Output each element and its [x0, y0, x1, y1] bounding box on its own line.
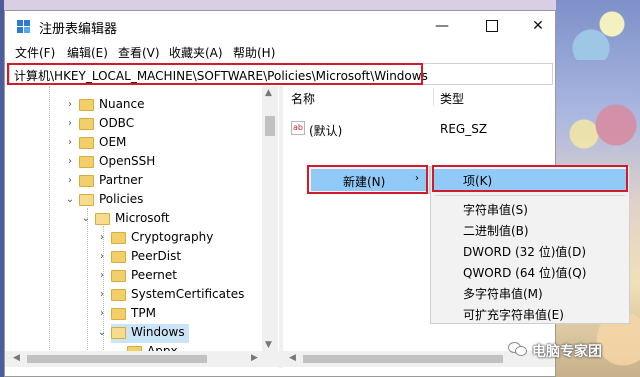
tree-node-label: Windows [131, 325, 185, 339]
submenu-item-label: 多字符串值(M) [463, 287, 543, 301]
collapse-chevron-icon[interactable]: ⌄ [65, 194, 75, 205]
expand-chevron-icon[interactable]: › [65, 99, 75, 110]
submenu-item-label: 字符串值(S) [463, 203, 528, 217]
value-type: REG_SZ [440, 122, 488, 136]
menu-view[interactable]: 查看(V) [118, 44, 160, 61]
menu-edit[interactable]: 编辑(E) [67, 44, 108, 61]
expand-chevron-icon[interactable]: › [65, 118, 75, 129]
submenu-item-dword-value[interactable]: DWORD (32 位)值(D) [433, 240, 627, 261]
folder-icon [111, 251, 126, 263]
folder-icon [79, 118, 94, 130]
tree-node-label: ODBC [99, 116, 135, 130]
folder-icon [79, 156, 94, 168]
title-bar[interactable]: 注册表编辑器 — ✕ [5, 11, 555, 41]
folder-icon [111, 270, 126, 282]
wallpaper-decoration [570, 0, 640, 60]
tree-node-label: Partner [99, 173, 143, 187]
tree-node-label: SystemCertificates [131, 287, 245, 301]
expand-chevron-icon[interactable]: › [97, 270, 107, 281]
scroll-thumb[interactable] [303, 355, 503, 363]
menu-file[interactable]: 文件(F) [15, 44, 55, 61]
maximize-icon [486, 20, 498, 32]
submenu-item-binary-value[interactable]: 二进制值(B) [433, 219, 627, 240]
wechat-logo-icon [508, 342, 527, 356]
expand-chevron-icon[interactable]: › [65, 156, 75, 167]
scroll-right-icon[interactable]: ▶ [251, 353, 258, 363]
tree-node-label: TPM [131, 306, 156, 320]
tree-node-label: OpenSSH [99, 154, 156, 168]
expand-chevron-icon[interactable]: › [97, 251, 107, 262]
submenu-item-label: 可扩充字符串值(E) [463, 308, 564, 322]
folder-icon [111, 308, 126, 320]
tree-guide-line [87, 208, 89, 366]
expand-chevron-icon[interactable]: › [97, 289, 107, 300]
open-folder-icon [79, 194, 94, 206]
column-header-name[interactable]: 名称 [291, 90, 315, 107]
scroll-thumb[interactable] [265, 116, 275, 136]
open-folder-icon [95, 213, 110, 225]
watermark-text: 电脑专家团 [532, 344, 602, 360]
ab-string-icon: ab [291, 121, 305, 135]
submenu-item-label: QWORD (64 位)值(Q) [463, 266, 587, 280]
submenu-item-string-value[interactable]: 字符串值(S) [433, 198, 627, 219]
submenu-item-multi-string-value[interactable]: 多字符串值(M) [433, 282, 627, 303]
tree-node-label: OEM [99, 135, 127, 149]
new-highlight-box [307, 165, 428, 194]
tree-node-label: Microsoft [115, 211, 170, 225]
expand-chevron-icon[interactable]: › [65, 137, 75, 148]
tree-node-label: PeerDist [131, 249, 182, 263]
folder-icon [79, 137, 94, 149]
collapse-chevron-icon[interactable]: ⌄ [81, 213, 91, 224]
scroll-thumb[interactable] [27, 355, 207, 363]
menu-separator [435, 195, 625, 196]
tree-node-label: Peernet [131, 268, 177, 282]
maximize-button[interactable] [475, 15, 509, 37]
menu-bar: 文件(F) 编辑(E) 查看(V) 收藏夹(A) 帮助(H) [5, 42, 555, 62]
submenu-item-label: 二进制值(B) [463, 224, 529, 238]
key-highlight-box [432, 165, 628, 192]
menu-favorites[interactable]: 收藏夹(A) [169, 44, 223, 61]
window-title: 注册表编辑器 [39, 22, 118, 37]
value-name[interactable]: (默认) [309, 122, 342, 139]
minimize-button[interactable]: — [425, 15, 459, 37]
tree-horizontal-scrollbar[interactable]: ◀ ▶ [5, 351, 279, 367]
expand-chevron-icon[interactable]: › [97, 308, 107, 319]
tree-node-label: Policies [99, 192, 144, 206]
close-button[interactable]: ✕ [521, 15, 555, 37]
column-header-type[interactable]: 类型 [440, 90, 464, 107]
tree-node-label: Nuance [99, 97, 145, 111]
scroll-up-icon[interactable]: ▲ [265, 88, 272, 98]
submenu-item-label: DWORD (32 位)值(D) [463, 245, 586, 259]
submenu-item-expandable-string-value[interactable]: 可扩充字符串值(E) [433, 303, 627, 324]
open-folder-icon [111, 327, 126, 339]
folder-icon [79, 175, 94, 187]
expand-chevron-icon[interactable]: › [97, 232, 107, 243]
tree-vertical-scrollbar[interactable]: ▲ ▼ [262, 86, 278, 352]
address-highlight-box [7, 63, 423, 85]
registry-editor-app-icon [17, 20, 31, 34]
collapse-chevron-icon[interactable]: ⌄ [97, 327, 107, 338]
scroll-left-icon[interactable]: ◀ [289, 353, 296, 363]
scroll-down-icon[interactable]: ▼ [265, 340, 272, 350]
watermark: 电脑专家团 [508, 340, 634, 360]
submenu-item-qword-value[interactable]: QWORD (64 位)值(Q) [433, 261, 627, 282]
expand-chevron-icon[interactable]: › [65, 175, 75, 186]
folder-icon [111, 232, 126, 244]
scroll-left-icon[interactable]: ◀ [13, 353, 20, 363]
folder-icon [79, 99, 94, 111]
folder-icon [111, 289, 126, 301]
wallpaper-decoration [560, 80, 640, 170]
tree-node-label: Cryptography [131, 230, 214, 244]
registry-tree: › Nuance › ODBC › OEM › OpenSSH › Partne… [5, 86, 279, 366]
tree-guide-line [49, 86, 51, 366]
column-separator[interactable] [433, 88, 434, 106]
menu-help[interactable]: 帮助(H) [233, 44, 275, 61]
